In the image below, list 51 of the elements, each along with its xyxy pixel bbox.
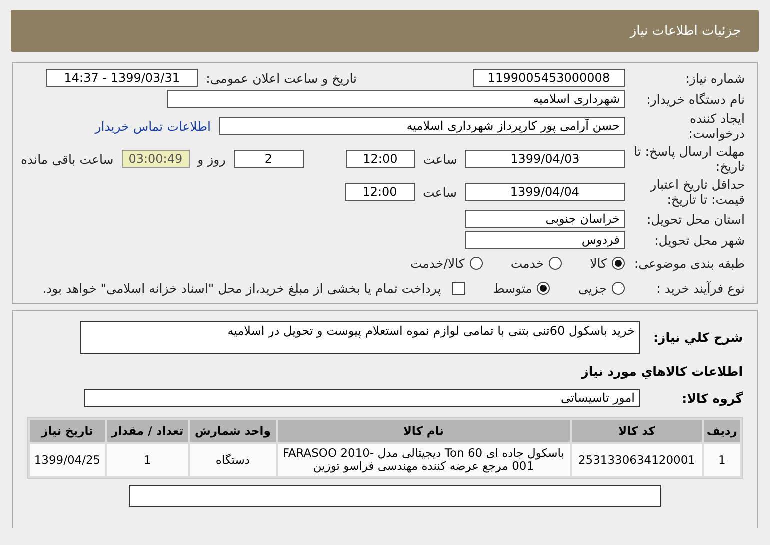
field-label: شهر محل تحویل: [654,232,745,248]
table-cell: باسکول جاده ای Ton 60 دیجیتالی مدل FARASOO 2010-001 مرجع عرضه کننده مهندسی فراسو توزین [278,444,570,476]
field: 12:00 [344,183,415,201]
table-cell: 1399/04/25 [30,444,105,476]
countdown-field: 03:00:49 [122,150,190,168]
field-label: نام دستگاه خریدار: [646,92,745,106]
table-cell: 2531330634120001 [572,444,702,476]
field-label: طبقه بندی موضوعی: [633,256,745,270]
field-label: مهلت ارسال پاسخ: تا تاریخ: [633,144,745,174]
column-header: نام کالا [278,420,570,442]
field: 1399/04/04 [465,183,625,201]
field-label: ساعت [423,152,458,166]
field-label: نوع فرآیند خرید : [656,280,745,296]
field: 1199005453000008 [473,69,625,87]
field-label: ایجاد کننده درخواست: [688,111,745,141]
field-label: استان محل تحویل: [646,212,745,226]
field-label: ساعت [422,184,457,200]
column-header: کد کالا [572,420,702,442]
column-header: ردیف [704,420,740,442]
field-label: کالا/خدمت [410,256,465,270]
field-label: گروه کالا: [681,390,743,406]
column-header: واحد شمارش [190,420,276,442]
field: امور تاسیساتی [84,389,640,407]
field: حسن آرامی پور کارپرداز شهرداری اسلامیه [219,117,625,135]
field-label: پرداخت تمام یا بخشی از مبلغ خرید،از محل "اسناد خزانه اسلامی" خواهد بود. [42,280,442,296]
table-cell: دستگاه [190,444,276,476]
table-cell: 1 [106,444,188,476]
column-header: تعداد / مقدار [106,420,188,442]
contact-link[interactable]: اطلاعات تماس خریدار [95,118,211,134]
field: فردوس [465,231,625,249]
field-label: حداقل تاریخ اعتبار قیمت: تا تاریخ: [649,177,745,207]
field: 1399/04/03 [465,150,625,168]
field-label: شرح کلي نياز: [652,330,743,345]
field-label: جزیی [578,280,607,296]
field-label: متوسط [493,280,532,296]
field-label: روز و [198,152,226,166]
section-heading: اطلاعات کالاهاي مورد نياز [582,364,743,379]
field-label: ساعت باقی مانده [21,152,114,166]
table-cell: 1 [704,444,740,476]
field: شهرداری اسلامیه [167,90,625,108]
page-title: جزئیات اطلاعات نیاز [630,24,741,38]
field-label: کالا [590,256,607,270]
field: خراسان جنوبی [465,210,625,228]
field-label: تاریخ و ساعت اعلان عمومی: [206,70,357,86]
description-field: خرید باسکول 60تنی بتنی با تمامی لوازم نموه استعلام پیوست و تحویل در اسلامیه [80,321,640,354]
field: 1399/03/31 - 14:37 [46,69,198,87]
column-header: تاریخ نیاز [30,420,105,442]
field-label: شماره نیاز: [684,70,745,86]
field-label: خدمت [510,256,544,270]
field: 2 [234,150,304,168]
field: 12:00 [346,150,416,168]
